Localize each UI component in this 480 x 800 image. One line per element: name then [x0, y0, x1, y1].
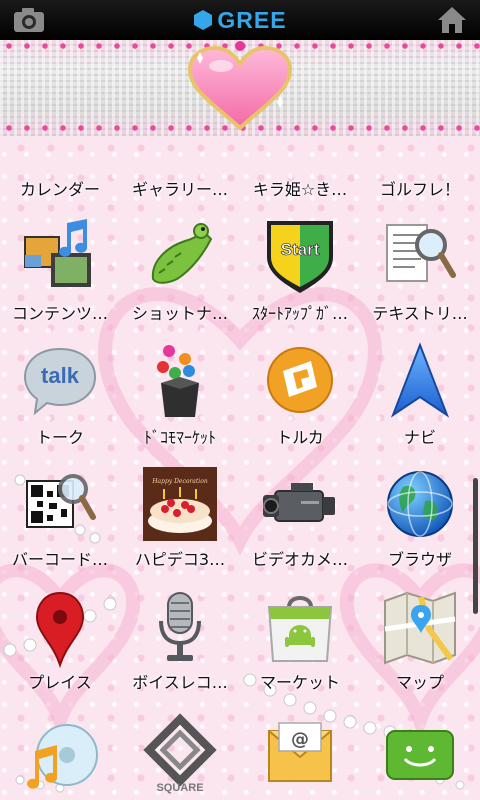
app-barcode[interactable]: [0, 462, 120, 546]
app-label-text-reader[interactable]: テキストリ…: [360, 300, 480, 324]
app-row-2-labels: コンテンツ… ショットナ… ｽﾀｰﾄｱｯﾌﾟｶﾞ… テキストリ…: [0, 300, 480, 324]
app-row-4-icons: Happy Decoration: [0, 462, 480, 546]
app-label-navi[interactable]: ナビ: [360, 424, 480, 448]
green-caterpillar-icon: [151, 223, 213, 284]
home-icon[interactable]: [436, 4, 468, 36]
talk-icon-text: talk: [41, 363, 80, 388]
svg-text:@: @: [291, 729, 309, 750]
start-icon-text: Start: [281, 240, 320, 259]
gree-logo[interactable]: GREE: [193, 7, 286, 34]
app-label-maps[interactable]: マップ: [360, 669, 480, 693]
app-row-5-labels: プレイス ボイスレコ… マーケット マップ: [0, 669, 480, 693]
app-market[interactable]: [240, 586, 360, 670]
app-label-barcode[interactable]: バーコード…: [0, 546, 120, 570]
app-row-6-icons: SQUARE @: [0, 712, 480, 796]
video-camera-icon: [263, 483, 335, 522]
app-music-partial[interactable]: [0, 712, 120, 796]
toruca-card-icon: [267, 347, 333, 413]
cake-icon-text: Happy Decoration: [151, 478, 208, 485]
navigation-arrow-icon: [390, 342, 450, 418]
app-label-talk[interactable]: トーク: [0, 424, 120, 448]
app-maps[interactable]: [360, 586, 480, 670]
gree-hexagon-icon: [194, 10, 213, 30]
map-pin-icon: [35, 591, 85, 669]
app-label-gallery[interactable]: ギャラリー…: [120, 176, 240, 200]
app-shotnavi[interactable]: [120, 214, 240, 298]
app-label-docomo-market[interactable]: ﾄﾞｺﾓﾏｰｹｯﾄ: [120, 424, 240, 448]
app-label-contents[interactable]: コンテンツ…: [0, 300, 120, 324]
app-square-enix-partial[interactable]: SQUARE: [120, 712, 240, 796]
app-browser[interactable]: [360, 462, 480, 546]
app-label-shotnavi[interactable]: ショットナ…: [120, 300, 240, 324]
app-label-golfre[interactable]: ゴルフレ！: [360, 176, 480, 200]
app-video-camera[interactable]: [240, 462, 360, 546]
app-label-startup[interactable]: ｽﾀｰﾄｱｯﾌﾟｶﾞ…: [240, 300, 360, 324]
app-label-hapideco[interactable]: ハピデコ3…: [120, 546, 240, 570]
app-startup-guide[interactable]: Start: [240, 214, 360, 298]
app-row-4-labels: バーコード… ハピデコ3… ビデオカメ… ブラウザ: [0, 546, 480, 570]
app-voice-recorder[interactable]: [120, 586, 240, 670]
app-label-calendar[interactable]: カレンダー: [0, 176, 120, 200]
app-text-reader[interactable]: [360, 214, 480, 298]
app-docomo-market[interactable]: [120, 338, 240, 422]
app-hapideco[interactable]: Happy Decoration: [120, 462, 240, 546]
app-label-toruca[interactable]: トルカ: [240, 424, 360, 448]
app-talk[interactable]: talk: [0, 338, 120, 422]
app-label-market[interactable]: マーケット: [240, 669, 360, 693]
app-row-3-labels: トーク ﾄﾞｺﾓﾏｰｹｯﾄ トルカ ナビ: [0, 424, 480, 448]
app-row-5-icons: [0, 586, 480, 670]
app-label-voice-recorder[interactable]: ボイスレコ…: [120, 669, 240, 693]
heart-jewel-decoration: [187, 41, 293, 131]
app-navi[interactable]: [360, 338, 480, 422]
android-market-bag-icon: [267, 596, 333, 662]
folded-map-icon: [384, 591, 456, 665]
app-row-3-icons: talk: [0, 338, 480, 422]
app-row-2-icons: Start: [0, 214, 480, 298]
document-magnifier-icon: [386, 224, 456, 282]
app-label-video-camera[interactable]: ビデオカメ…: [240, 546, 360, 570]
app-places[interactable]: [0, 586, 120, 670]
globe-icon: [387, 471, 453, 537]
camera-icon[interactable]: [12, 6, 46, 34]
talk-bubble-icon: talk: [23, 347, 97, 416]
messaging-smiley-icon: [386, 730, 454, 780]
docomo-market-bag-icon: [157, 345, 199, 417]
drawer-scrollbar[interactable]: [473, 478, 478, 614]
app-email-partial[interactable]: @: [240, 712, 360, 796]
music-disc-icon: [27, 724, 98, 789]
app-label-browser[interactable]: ブラウザ: [360, 546, 480, 570]
app-toruca[interactable]: [240, 338, 360, 422]
microphone-icon: [159, 592, 201, 661]
square-icon-text: SQUARE: [156, 782, 203, 794]
square-logo-icon: SQUARE: [143, 713, 217, 794]
email-envelope-icon: @: [268, 722, 332, 782]
media-files-icon: [24, 219, 91, 287]
birthday-cake-icon: Happy Decoration: [143, 467, 217, 541]
app-label-places[interactable]: プレイス: [0, 669, 120, 693]
start-badge-icon: Start: [267, 221, 333, 293]
brand-label: GREE: [217, 6, 287, 33]
app-label-kirahime[interactable]: キラ姫☆き…: [240, 176, 360, 200]
app-contents[interactable]: [0, 214, 120, 298]
app-row-1: カレンダー ギャラリー… キラ姫☆き… ゴルフレ！: [0, 176, 480, 200]
top-bar: GREE: [0, 0, 480, 40]
qr-code-magnifier-icon: [26, 474, 96, 528]
app-messaging-partial[interactable]: [360, 712, 480, 796]
